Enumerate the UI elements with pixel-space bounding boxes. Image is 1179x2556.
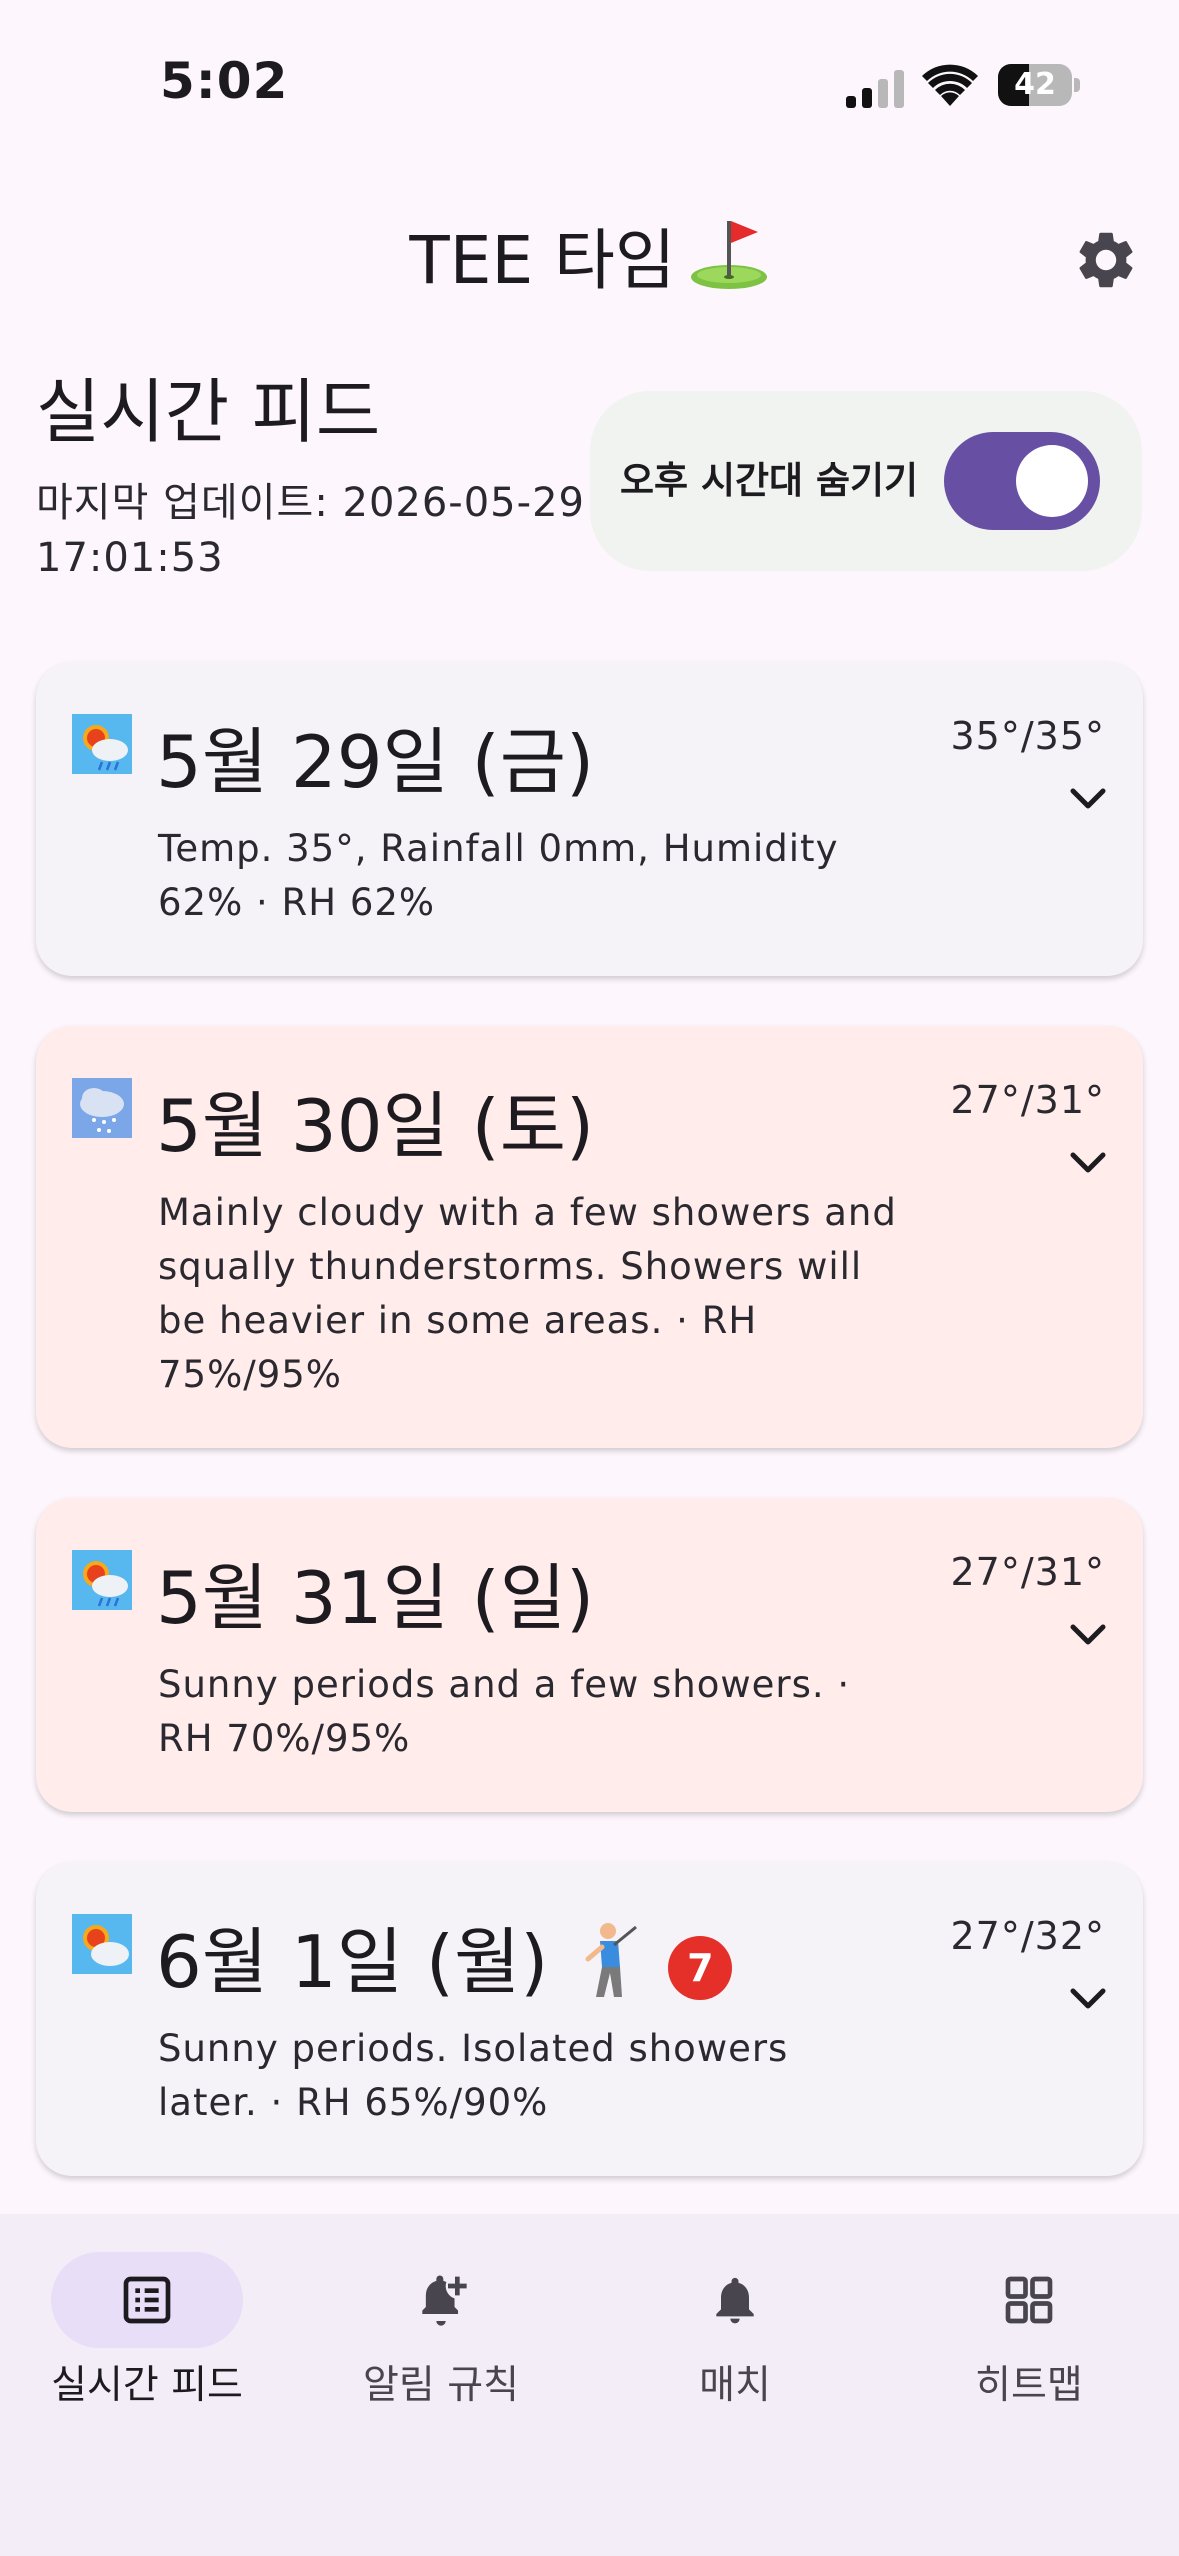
switch-thumb <box>1016 445 1088 517</box>
nav-label: 매치 <box>699 2363 771 2408</box>
chevron-down-icon[interactable] <box>1069 1622 1107 1648</box>
nav-item-live-feed[interactable]: 실시간 피드 <box>0 2214 294 2414</box>
card-temperature: 35°/35° <box>950 714 1105 758</box>
bell-icon <box>716 2277 754 2324</box>
grid-icon <box>1005 2276 1053 2324</box>
hide-afternoon-toggle-card: 오후 시간대 숨기기 <box>590 391 1142 571</box>
hide-afternoon-switch[interactable] <box>944 432 1100 530</box>
card-description: Sunny periods and a few showers. · RH 70… <box>158 1663 851 1760</box>
battery-icon: 42 <box>998 64 1080 106</box>
forecast-card[interactable]: 5월 31일 (일) Sunny periods and a few showe… <box>36 1498 1143 1812</box>
card-temperature: 27°/31° <box>950 1078 1105 1122</box>
card-description: Mainly cloudy with a few showers and squ… <box>158 1191 897 1396</box>
card-date: 6월 1일 (월) <box>156 1920 549 2004</box>
nav-icon-container <box>345 2252 537 2348</box>
nav-item-heatmap[interactable]: 히트맵 <box>882 2214 1176 2414</box>
chevron-down-icon[interactable] <box>1069 786 1107 812</box>
forecast-card[interactable]: 5월 30일 (토) Mainly cloudy with a few show… <box>36 1026 1143 1448</box>
nav-active-indicator <box>51 2252 243 2348</box>
nav-item-match[interactable]: 매치 <box>588 2214 882 2414</box>
gear-icon[interactable] <box>1072 226 1140 294</box>
nav-label: 알림 규칙 <box>363 2363 519 2408</box>
card-date-row: 6월 1일 (월) 7 <box>156 1914 733 2010</box>
forecast-card[interactable]: 6월 1일 (월) 7 Sunny periods. Isolated show… <box>36 1862 1143 2176</box>
card-description: Sunny periods. Isolated showers later. ·… <box>158 2027 789 2124</box>
nav-label: 히트맵 <box>975 2363 1083 2408</box>
chevron-down-icon[interactable] <box>1069 1986 1107 2012</box>
status-time: 5:02 <box>160 52 289 110</box>
golfer-icon <box>585 1923 638 1997</box>
app-title-text: TEE 타임 <box>409 222 676 299</box>
hide-afternoon-label: 오후 시간대 숨기기 <box>620 459 919 502</box>
card-date: 5월 30일 (토) <box>156 1084 595 1168</box>
wifi-icon <box>922 64 978 106</box>
sun-cloud-rain-icon <box>72 714 132 774</box>
list-icon <box>123 2276 171 2324</box>
battery-level: 42 <box>1014 67 1056 102</box>
card-temperature: 27°/32° <box>950 1914 1105 1958</box>
nav-icon-container <box>933 2252 1125 2348</box>
bottom-navigation: 실시간 피드 알림 규칙 매치 히트맵 <box>0 2214 1179 2556</box>
card-date: 5월 31일 (일) <box>156 1556 595 1640</box>
status-bar: 5:02 42 <box>0 0 1179 170</box>
last-updated-text: 마지막 업데이트: 2026-05-29 17:01:53 <box>36 480 585 581</box>
bell-plus-icon <box>422 2275 467 2326</box>
sun-cloud-icon <box>72 1914 132 1974</box>
card-description: Temp. 35°, Rainfall 0mm, Humidity 62% · … <box>158 827 839 924</box>
cellular-signal-icon <box>846 70 904 108</box>
nav-item-alert-rules[interactable]: 알림 규칙 <box>294 2214 588 2414</box>
chevron-down-icon[interactable] <box>1069 1150 1107 1176</box>
app-screen: 5:02 42 TEE 타임 실시간 피드 마지막 업데이트: 2026-05-… <box>0 0 1179 2556</box>
golf-flag-icon <box>690 221 767 289</box>
card-temperature: 27°/31° <box>950 1550 1105 1594</box>
feed-title: 실시간 피드 <box>36 371 381 453</box>
sun-cloud-rain-icon <box>72 1550 132 1610</box>
forecast-card[interactable]: 5월 29일 (금) Temp. 35°, Rainfall 0mm, Humi… <box>36 662 1143 976</box>
nav-label: 실시간 피드 <box>51 2363 243 2408</box>
card-date: 5월 29일 (금) <box>156 720 595 804</box>
nav-icon-container <box>639 2252 831 2348</box>
cloud-rain-icon <box>72 1078 132 1138</box>
match-count-badge: 7 <box>668 1936 733 2000</box>
app-title: TEE 타임 <box>0 215 1179 306</box>
